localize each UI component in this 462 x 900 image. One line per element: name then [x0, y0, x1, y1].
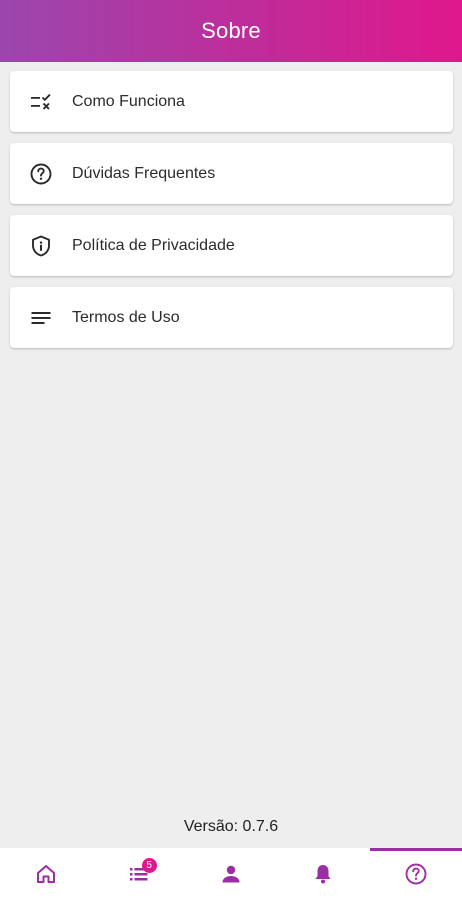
help-icon: [404, 862, 428, 886]
person-icon: [219, 862, 243, 886]
menu-item-label: Dúvidas Frequentes: [72, 164, 216, 182]
notes-lines-icon: [28, 305, 54, 331]
menu-item-como-funciona[interactable]: Como Funciona: [10, 71, 453, 132]
nav-notifications[interactable]: [277, 848, 369, 900]
bottom-navigation: 5: [0, 848, 462, 900]
menu-item-label: Como Funciona: [72, 92, 185, 110]
notification-badge: 5: [141, 858, 157, 873]
nav-list[interactable]: 5: [92, 848, 184, 900]
page-title: Sobre: [201, 18, 261, 43]
help-circle-icon: [28, 161, 54, 187]
app-bar: Sobre: [0, 0, 462, 62]
menu-item-duvidas-frequentes[interactable]: Dúvidas Frequentes: [10, 143, 453, 204]
bell-icon: [311, 862, 335, 886]
nav-help[interactable]: [369, 848, 462, 900]
nav-home[interactable]: [0, 848, 92, 900]
nav-profile[interactable]: [185, 848, 277, 900]
menu-item-termos-de-uso[interactable]: Termos de Uso: [10, 287, 453, 348]
menu-item-politica-de-privacidade[interactable]: Política de Privacidade: [10, 215, 453, 276]
version-label: Versão: 0.7.6: [183, 818, 279, 835]
shield-info-icon: [28, 233, 54, 259]
rule-icon: [28, 89, 54, 115]
home-icon: [34, 862, 58, 886]
menu-item-label: Política de Privacidade: [72, 236, 235, 254]
menu-list: Como Funciona Dúvidas Frequentes Polític…: [10, 71, 453, 359]
menu-item-label: Termos de Uso: [72, 308, 180, 326]
